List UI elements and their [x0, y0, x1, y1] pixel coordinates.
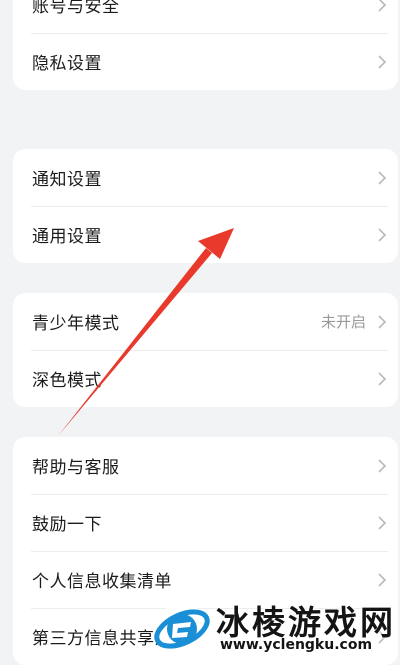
chevron-right-icon: [378, 170, 387, 185]
watermark-url: www.yclengku.com: [220, 637, 373, 653]
teen-mode-item[interactable]: 青少年模式 未开启: [13, 293, 398, 350]
privacy-settings-item[interactable]: 隐私设置: [13, 33, 398, 90]
chevron-right-icon: [378, 458, 387, 473]
notification-settings-label: 通知设置: [32, 170, 102, 190]
site-watermark: 冰棱游戏网 www.yclengku.com: [150, 596, 400, 661]
chevron-right-icon: [378, 572, 387, 587]
dark-mode-item[interactable]: 深色模式: [13, 350, 398, 407]
settings-group-mode: 青少年模式 未开启 深色模式: [13, 293, 398, 407]
privacy-settings-label: 隐私设置: [32, 54, 102, 74]
chevron-right-icon: [378, 54, 387, 69]
help-support-label: 帮助与客服: [32, 458, 120, 478]
chevron-right-icon: [378, 314, 387, 329]
account-security-label: 账号与安全: [32, 0, 120, 17]
encourage-label: 鼓励一下: [32, 515, 102, 535]
personal-info-list-label: 个人信息收集清单: [32, 572, 172, 592]
notification-settings-item[interactable]: 通知设置: [13, 149, 398, 206]
general-settings-item[interactable]: 通用设置: [13, 206, 398, 263]
general-settings-label: 通用设置: [32, 227, 102, 247]
chevron-right-icon: [378, 371, 387, 386]
settings-group-general: 通知设置 通用设置: [13, 149, 398, 263]
help-support-item[interactable]: 帮助与客服: [13, 437, 398, 494]
dark-mode-label: 深色模式: [32, 371, 102, 391]
chevron-right-icon: [378, 0, 387, 12]
teen-mode-status: 未开启: [320, 313, 366, 331]
settings-group-account: 账号与安全 隐私设置: [13, 0, 398, 90]
watermark-logo-icon: [154, 603, 210, 655]
encourage-item[interactable]: 鼓励一下: [13, 494, 398, 551]
account-security-item[interactable]: 账号与安全: [13, 0, 398, 33]
chevron-right-icon: [378, 227, 387, 242]
teen-mode-label: 青少年模式: [32, 314, 120, 334]
chevron-right-icon: [378, 515, 387, 530]
